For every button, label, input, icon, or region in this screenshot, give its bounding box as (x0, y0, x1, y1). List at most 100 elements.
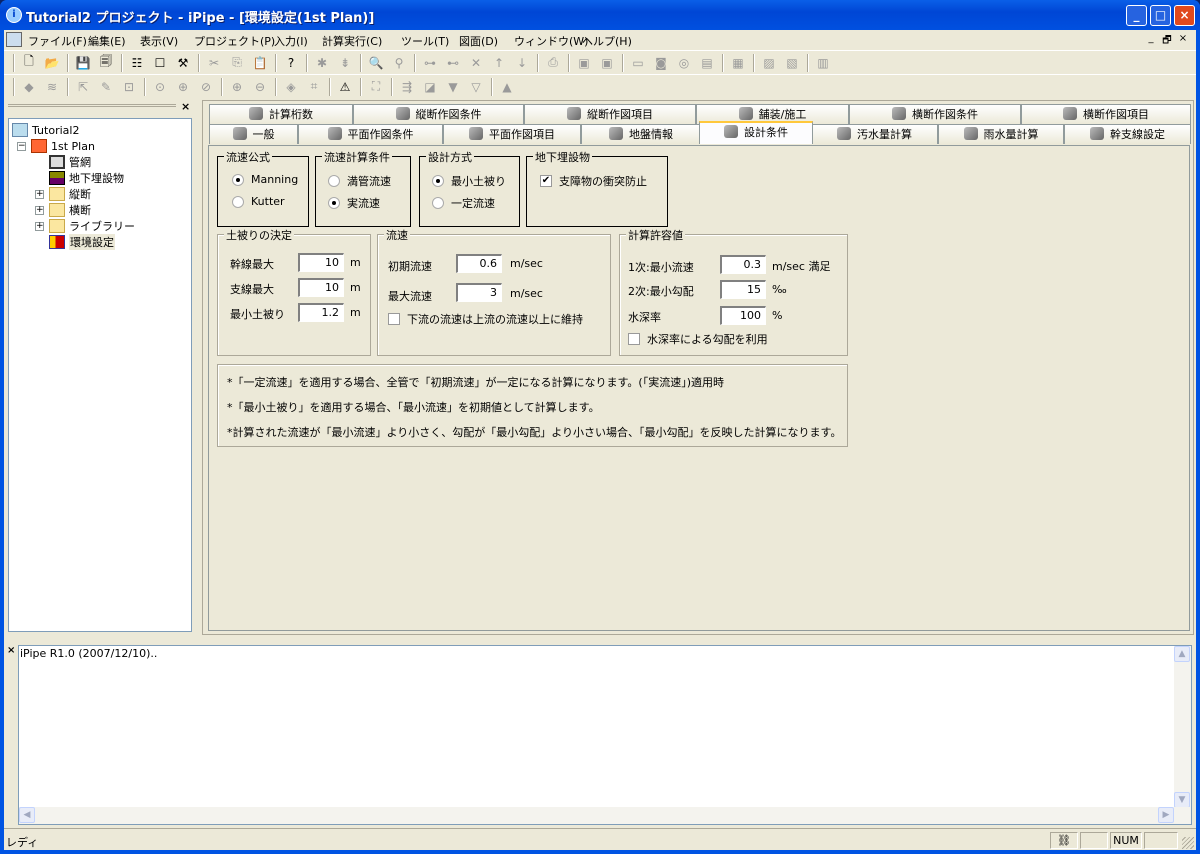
find-icon[interactable]: 🔍 (365, 53, 387, 73)
scroll-up-button[interactable]: ▲ (1174, 646, 1190, 662)
menu-project[interactable]: プロジェクト(P) (194, 33, 275, 49)
tree-view-icon[interactable]: ☷ (126, 53, 148, 73)
tab-profile-drawing-items[interactable]: 縦断作図項目 (524, 104, 696, 124)
arrow-up-icon[interactable]: ↑ (488, 53, 510, 73)
new-file-icon[interactable]: 🗋 (18, 53, 40, 73)
zoom-previous-icon[interactable]: ⊘ (195, 77, 217, 97)
tab-calc-digits[interactable]: 計算桁数 (209, 104, 353, 124)
app-icon[interactable]: i (6, 7, 22, 23)
scroll-right-button[interactable]: ▶ (1158, 807, 1174, 823)
toolbar-grip[interactable] (13, 53, 15, 72)
tree-node-library[interactable]: ライブラリー (49, 218, 135, 234)
drawing7-icon[interactable]: ▦ (727, 53, 749, 73)
tab-rainwater-calc[interactable]: 雨水量計算 (938, 124, 1064, 144)
output-close-button[interactable]: × (7, 645, 15, 656)
mdi-close-button[interactable]: × (1176, 33, 1190, 47)
close-button[interactable]: × (1174, 5, 1195, 26)
depth-ratio-slope-checkbox[interactable]: 水深率による勾配を利用 (628, 331, 768, 347)
min-cover-input[interactable]: 1.2 (298, 303, 344, 322)
radio-kutter[interactable]: Kutter (232, 195, 285, 208)
drawing6-icon[interactable]: ▤ (696, 53, 718, 73)
radio-full-pipe[interactable]: 満管流速 (328, 173, 391, 189)
zoom-in-icon[interactable]: ⊕ (226, 77, 248, 97)
menu-edit[interactable]: 編集(E) (88, 33, 126, 49)
menu-calculate[interactable]: 計算実行(C) (322, 33, 382, 49)
pointer-icon[interactable]: ⇱ (72, 77, 94, 97)
fill-icon[interactable]: ◈ (280, 77, 302, 97)
table-icon[interactable]: ▥ (812, 53, 834, 73)
edit-point-icon[interactable]: ✎ (95, 77, 117, 97)
tab-trunk-branch-settings[interactable]: 幹支線設定 (1064, 124, 1191, 144)
menu-view[interactable]: 表示(V) (140, 33, 178, 49)
scroll-left-button[interactable]: ◀ (19, 807, 35, 823)
tree-node-settings[interactable]: 環境設定 (49, 234, 115, 250)
expand-icon[interactable]: + (35, 222, 44, 231)
maximize-button[interactable]: □ (1150, 5, 1171, 26)
vertical-scrollbar[interactable]: ▲ ▼ (1174, 646, 1191, 808)
max-velocity-input[interactable]: 3 (456, 283, 502, 302)
profile-icon[interactable]: ◪ (419, 77, 441, 97)
copy-icon[interactable]: ⎘ (226, 53, 248, 73)
tree-node-network[interactable]: 管網 (49, 154, 91, 170)
tree-node-project[interactable]: Tutorial2 (12, 122, 79, 138)
menu-input[interactable]: 入力(I) (274, 33, 308, 49)
tab-cross-drawing-conditions[interactable]: 横断作図条件 (849, 104, 1021, 124)
horizontal-scrollbar[interactable]: ◀ ▶ (19, 807, 1191, 824)
expand-icon[interactable]: + (35, 206, 44, 215)
mdi-minimize-button[interactable]: _ (1144, 33, 1158, 47)
paste-icon[interactable]: 📋 (249, 53, 271, 73)
sort-icon[interactable]: ⇟ (334, 53, 356, 73)
save-icon[interactable]: 💾 (72, 53, 94, 73)
collision-prevention-checkbox[interactable]: ✔ 支障物の衝突防止 (540, 173, 647, 189)
radio-constant-velocity[interactable]: 一定流速 (432, 195, 495, 211)
tab-sewage-calc[interactable]: 汚水量計算 (811, 124, 938, 144)
bug-icon[interactable]: ✱ (311, 53, 333, 73)
hammer-icon[interactable]: ⚒ (172, 53, 194, 73)
zoom-pan-icon[interactable]: ⊕ (172, 77, 194, 97)
tab-profile-drawing-conditions[interactable]: 縦断作図条件 (353, 104, 524, 124)
print-icon[interactable]: ⎙ (542, 53, 564, 73)
dimension-icon[interactable]: ⌗ (303, 77, 325, 97)
tab-design-conditions[interactable]: 設計条件 (699, 121, 813, 144)
branch-max-input[interactable]: 10 (298, 278, 344, 297)
tree-node-cross-section[interactable]: 横断 (49, 202, 91, 218)
tab-ground-info[interactable]: 地盤情報 (581, 124, 701, 144)
title-bar[interactable]: i Tutorial2 プロジェクト - iPipe - [環境設定(1st P… (0, 0, 1200, 30)
tab-cross-drawing-items[interactable]: 横断作図項目 (1021, 104, 1191, 124)
tree-node-plan[interactable]: 1st Plan (31, 138, 95, 154)
open-folder-icon[interactable]: 📂 (41, 53, 63, 73)
trunk-max-input[interactable]: 10 (298, 253, 344, 272)
menu-tools[interactable]: ツール(T) (401, 33, 449, 49)
toolbar-grip[interactable] (13, 77, 15, 96)
insert-node2-icon[interactable]: ⊷ (442, 53, 464, 73)
radio-min-cover[interactable]: 最小土被り (432, 173, 506, 189)
drawing2-icon[interactable]: ▣ (596, 53, 618, 73)
minimize-button[interactable]: _ (1126, 5, 1147, 26)
menu-drawing[interactable]: 図面(D) (459, 33, 498, 49)
box-icon[interactable]: ▽ (465, 77, 487, 97)
triangle-icon[interactable]: ▲ (496, 77, 518, 97)
min-velocity-input[interactable]: 0.3 (720, 255, 766, 274)
chart1-icon[interactable]: ▨ (758, 53, 780, 73)
document-icon[interactable] (6, 32, 22, 47)
zoom-out-icon[interactable]: ⊖ (249, 77, 271, 97)
manhole-icon[interactable]: ⛶ (365, 77, 387, 97)
cut-icon[interactable]: ✂ (203, 53, 225, 73)
menu-file[interactable]: ファイル(F) (28, 33, 87, 49)
resize-grip[interactable] (1182, 837, 1194, 849)
tab-plan-drawing-items[interactable]: 平面作図項目 (443, 124, 581, 144)
delete-icon[interactable]: ✕ (465, 53, 487, 73)
tab-plan-drawing-conditions[interactable]: 平面作図条件 (298, 124, 443, 144)
save-all-icon[interactable]: 🗐 (95, 53, 117, 73)
collapse-icon[interactable]: − (17, 142, 26, 151)
pane-grip[interactable] (8, 104, 176, 110)
drawing5-icon[interactable]: ◎ (673, 53, 695, 73)
arrow-down-icon[interactable]: ↓ (511, 53, 533, 73)
chart2-icon[interactable]: ▧ (781, 53, 803, 73)
help-icon[interactable]: ? (280, 53, 302, 73)
select-icon[interactable]: ◆ (18, 77, 40, 97)
drawing3-icon[interactable]: ▭ (627, 53, 649, 73)
pipe-icon[interactable]: ⇶ (396, 77, 418, 97)
output-log[interactable]: iPipe R1.0 (2007/12/10).. ▲ ▼ ◀ ▶ (18, 645, 1192, 825)
scroll-down-button[interactable]: ▼ (1174, 792, 1190, 808)
